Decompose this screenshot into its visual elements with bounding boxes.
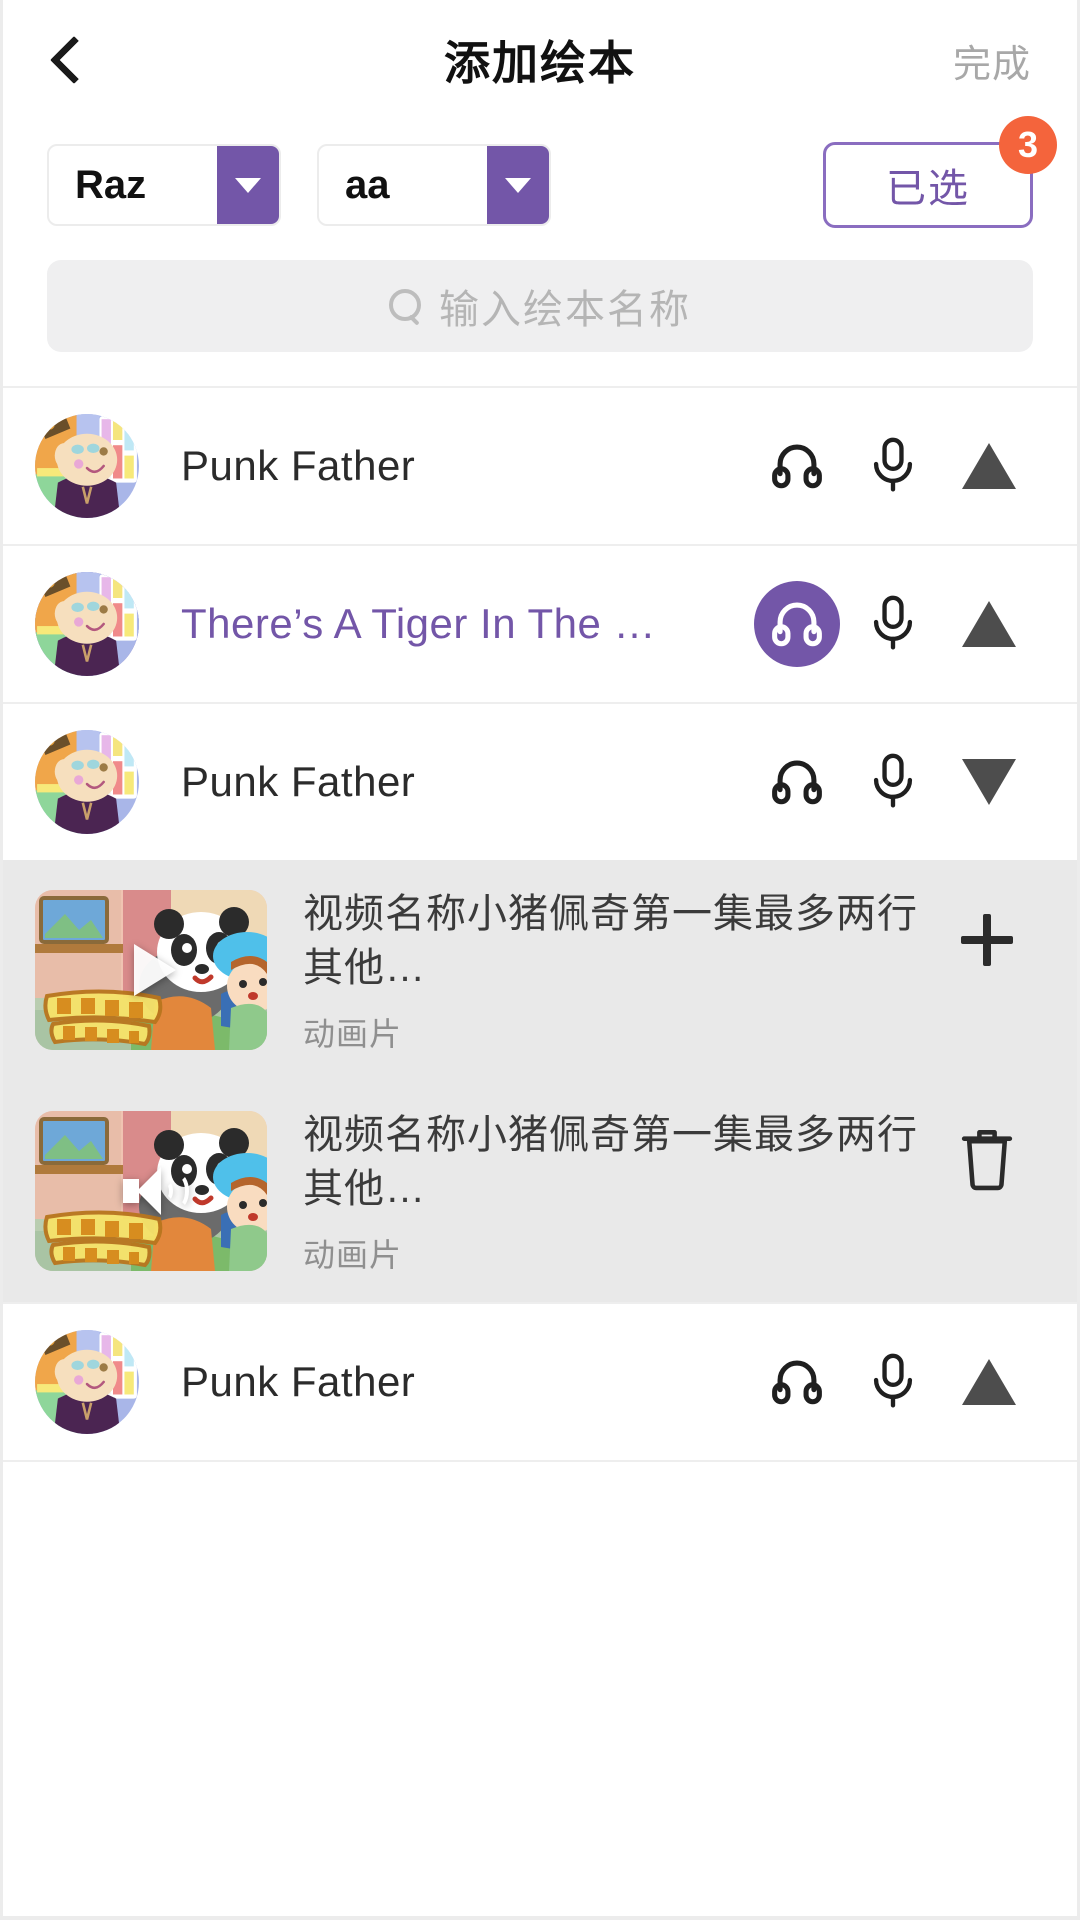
thumbnail-overlay — [35, 1111, 267, 1271]
video-title: 视频名称小猪佩奇第一集最多两行其他… — [303, 1113, 918, 1211]
book-row[interactable]: Punk Father — [3, 1302, 1077, 1461]
app-screen: 添加绘本 完成 Raz aa 已选 3 输入绘本名称 Punk Father T… — [0, 0, 1080, 1920]
level-dropdown[interactable]: aa — [317, 144, 551, 226]
expand-toggle-button[interactable] — [941, 734, 1037, 830]
chevron-left-icon — [49, 35, 99, 85]
delete-video-button[interactable] — [937, 1111, 1037, 1211]
search-section: 输入绘本名称 — [3, 250, 1077, 386]
record-button[interactable] — [845, 418, 941, 514]
headphone-button[interactable] — [749, 418, 845, 514]
caret-down-icon — [505, 177, 531, 193]
microphone-icon — [864, 435, 922, 498]
triangle-down-icon — [962, 759, 1016, 805]
book-row[interactable]: There’s A Tiger In The … — [3, 544, 1077, 702]
video-row[interactable]: 视频名称小猪佩奇第一集最多两行其他… 动画片 — [3, 860, 1077, 1081]
expand-toggle-button[interactable] — [941, 1334, 1037, 1430]
avatar — [35, 572, 139, 676]
headphone-icon — [768, 1351, 826, 1414]
headphone-icon — [768, 751, 826, 814]
filter-bar: Raz aa 已选 3 — [3, 116, 1077, 250]
video-subtitle: 动画片 — [303, 1016, 403, 1053]
headphone-button[interactable] — [754, 581, 840, 667]
record-button[interactable] — [845, 734, 941, 830]
navigation-bar: 添加绘本 完成 — [3, 0, 1077, 120]
series-dropdown[interactable]: Raz — [47, 144, 281, 226]
series-dropdown-value: Raz — [75, 162, 147, 207]
record-button[interactable] — [845, 1334, 941, 1430]
add-video-button[interactable] — [937, 890, 1037, 990]
video-thumbnail[interactable] — [35, 890, 267, 1050]
headphone-icon — [768, 435, 826, 498]
back-button[interactable] — [3, 0, 133, 120]
done-button[interactable]: 完成 — [953, 33, 1031, 88]
microphone-icon — [864, 593, 922, 656]
avatar — [35, 1330, 139, 1435]
video-group: 视频名称小猪佩奇第一集最多两行其他… 动画片 视频名称小猪佩奇第一集最多两行其他… — [3, 860, 1077, 1303]
search-input[interactable]: 输入绘本名称 — [47, 260, 1033, 352]
record-button[interactable] — [845, 576, 941, 672]
video-subtitle: 动画片 — [303, 1237, 403, 1274]
row-actions — [749, 576, 1037, 672]
plus-icon — [961, 914, 1013, 966]
selected-count-badge: 3 — [999, 116, 1057, 174]
row-actions — [749, 734, 1037, 830]
series-dropdown-arrow[interactable] — [217, 146, 279, 224]
expand-toggle-button[interactable] — [941, 418, 1037, 514]
book-title: There’s A Tiger In The … — [181, 600, 657, 647]
book-list: Punk Father There’s A Tiger In The … Pun… — [3, 386, 1077, 1461]
video-thumbnail[interactable] — [35, 1111, 267, 1272]
speaker-icon — [123, 1165, 189, 1217]
video-title: 视频名称小猪佩奇第一集最多两行其他… — [303, 892, 918, 990]
bottom-divider — [3, 1916, 1077, 1920]
book-row[interactable]: Punk Father — [3, 702, 1077, 860]
microphone-icon — [864, 1351, 922, 1414]
book-row[interactable]: Punk Father — [3, 386, 1077, 544]
book-title: Punk Father — [181, 758, 416, 805]
headphone-button[interactable] — [749, 1334, 845, 1430]
row-actions — [749, 418, 1037, 514]
caret-down-icon — [235, 177, 261, 193]
search-placeholder: 输入绘本名称 — [439, 288, 691, 332]
content-scroll-area[interactable]: Punk Father There’s A Tiger In The … Pun… — [3, 386, 1077, 1920]
level-dropdown-value: aa — [345, 162, 390, 207]
empty-area — [3, 1460, 1077, 1916]
selected-button-wrap: 已选 3 — [823, 116, 1057, 228]
expand-toggle-button[interactable] — [941, 576, 1037, 672]
headphone-button[interactable] — [749, 734, 845, 830]
row-actions — [749, 1334, 1037, 1430]
microphone-icon — [864, 751, 922, 814]
search-icon — [389, 289, 423, 323]
triangle-up-icon — [962, 601, 1016, 647]
triangle-up-icon — [962, 443, 1016, 489]
headphone-icon — [768, 593, 826, 656]
play-icon — [134, 944, 176, 996]
video-meta: 视频名称小猪佩奇第一集最多两行其他… 动画片 — [303, 886, 937, 1055]
trash-icon — [956, 1126, 1018, 1197]
page-title: 添加绘本 — [444, 37, 636, 89]
thumbnail-overlay — [35, 890, 267, 1050]
video-row[interactable]: 视频名称小猪佩奇第一集最多两行其他… 动画片 — [3, 1081, 1077, 1302]
avatar — [35, 414, 139, 518]
triangle-up-icon — [962, 1359, 1016, 1406]
avatar — [35, 730, 139, 834]
book-title: Punk Father — [181, 442, 416, 489]
book-title: Punk Father — [181, 1358, 416, 1406]
level-dropdown-arrow[interactable] — [487, 146, 549, 224]
video-meta: 视频名称小猪佩奇第一集最多两行其他… 动画片 — [303, 1107, 937, 1276]
